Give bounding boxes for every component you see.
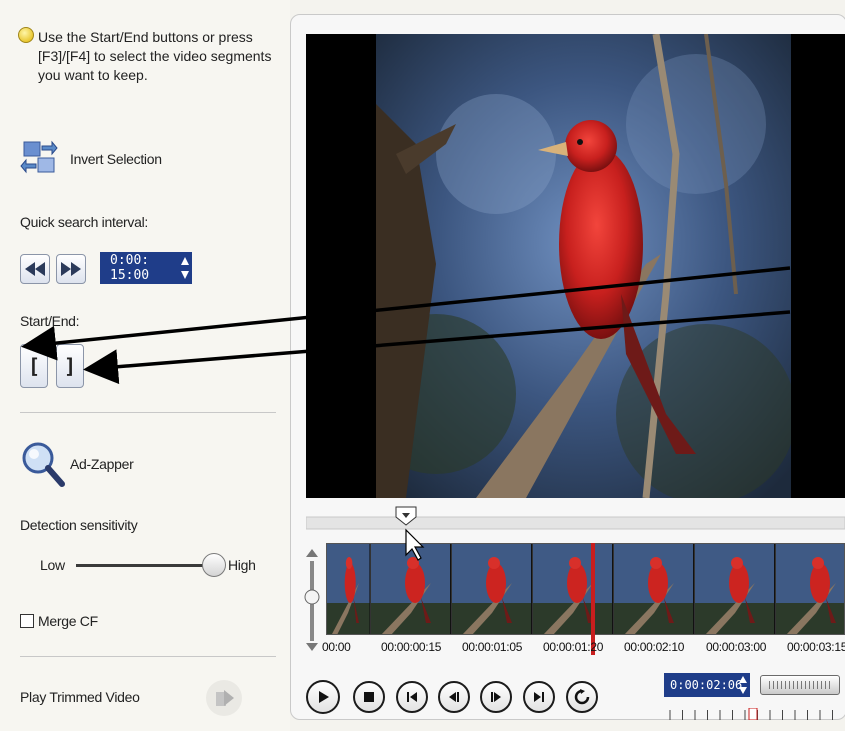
low-label: Low [40, 557, 65, 573]
stop-icon [364, 692, 374, 702]
merge-cf-label: Merge CF [38, 613, 98, 629]
go-to-start-button[interactable] [396, 681, 428, 713]
timeline-zoom-slider[interactable] [302, 545, 322, 655]
repeat-icon [574, 689, 590, 705]
timecode-label: 00:00:03:15 [787, 640, 845, 654]
play-button[interactable] [306, 680, 340, 714]
play-trimmed-label: Play Trimmed Video [20, 689, 140, 705]
lightbulb-icon [18, 27, 34, 43]
sensitivity-slider-track[interactable] [76, 564, 212, 567]
jog-position-marker[interactable] [748, 708, 758, 720]
end-button[interactable]: ] [56, 344, 84, 388]
start-button[interactable]: [ [20, 344, 48, 388]
thumbnail-strip-border [326, 543, 845, 635]
ad-zapper-button[interactable]: Ad-Zapper [20, 440, 180, 488]
bird-video-frame [376, 34, 791, 498]
hint-text: Use the Start/End buttons or press [F3]/… [38, 28, 278, 85]
merge-cf-checkbox[interactable] [20, 614, 34, 628]
shuttle-slider[interactable] [760, 675, 840, 695]
timecode-label: 00:00 [322, 640, 351, 654]
hint-line-2: [F3]/[F4] to select the video segments [38, 48, 272, 64]
rewind-button[interactable] [20, 254, 50, 284]
timecode-label: 00:00:00:15 [381, 640, 442, 654]
start-end-label: Start/End: [20, 313, 80, 329]
next-frame-button[interactable] [480, 681, 512, 713]
spinner-arrows-icon[interactable] [180, 255, 190, 281]
sensitivity-slider-knob[interactable] [202, 553, 226, 577]
play-icon [319, 691, 329, 703]
timecode-label: 00:00:01:05 [462, 640, 523, 654]
playhead-marker[interactable] [591, 543, 595, 655]
thumbnail-strip[interactable] [326, 543, 845, 635]
step-back-icon [449, 692, 459, 702]
end-bracket: ] [63, 354, 77, 378]
timecode-label: 00:00:02:10 [624, 640, 685, 654]
scrub-bar[interactable] [306, 505, 845, 533]
invert-selection-label: Invert Selection [70, 151, 162, 167]
go-to-end-button[interactable] [523, 681, 555, 713]
fast-forward-button[interactable] [56, 254, 86, 284]
magnifier-icon [22, 442, 65, 487]
jog-ruler[interactable] [668, 708, 840, 720]
detection-sensitivity-label: Detection sensitivity [20, 517, 138, 533]
start-bracket: [ [27, 354, 41, 378]
play-trimmed-button[interactable] [206, 680, 242, 716]
step-forward-icon [491, 692, 501, 702]
divider [20, 412, 276, 413]
repeat-button[interactable] [566, 681, 598, 713]
invert-selection-icon [20, 140, 58, 174]
hint-line-1: Use the Start/End buttons or press [38, 29, 253, 45]
timecode-label: 00:00:03:00 [706, 640, 767, 654]
fast-forward-icon [61, 262, 81, 276]
divider [20, 656, 276, 657]
ad-zapper-label: Ad-Zapper [70, 456, 134, 472]
quick-search-interval-input[interactable]: 0:00: 15:00 [100, 252, 192, 284]
go-end-icon [534, 692, 544, 702]
spinner-arrows-icon[interactable] [738, 675, 748, 695]
timecode-label: 00:00:01:20 [543, 640, 604, 654]
high-label: High [228, 557, 256, 573]
current-timecode: 0:00:02:06 [670, 678, 743, 692]
go-start-icon [407, 692, 417, 702]
hint-line-3: you want to keep. [38, 67, 148, 83]
invert-selection-button[interactable]: Invert Selection [20, 138, 180, 182]
left-panel: Use the Start/End buttons or press [F3]/… [0, 0, 290, 731]
current-timecode-input[interactable]: 0:00:02:06 [664, 673, 750, 697]
play-trimmed-icon [216, 690, 234, 706]
quick-search-label: Quick search interval: [20, 214, 149, 230]
stop-button[interactable] [353, 681, 385, 713]
previous-frame-button[interactable] [438, 681, 470, 713]
rewind-icon [25, 262, 45, 276]
